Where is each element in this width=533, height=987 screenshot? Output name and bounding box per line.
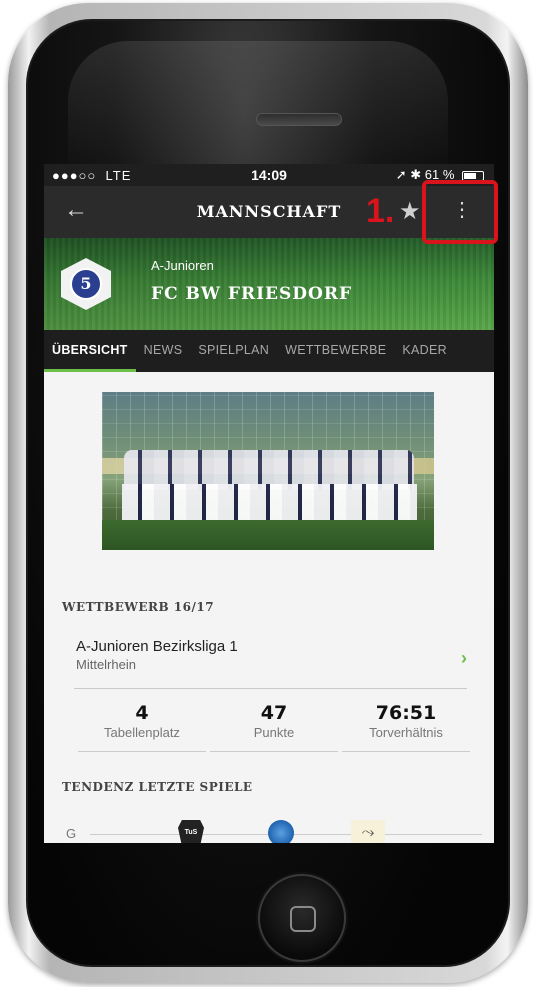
overview-content: WETTBEWERB 16/17 A-Junioren Bezirksliga … xyxy=(44,372,494,843)
stat-label: Tabellenplatz xyxy=(104,725,180,740)
stat-punkte: 47 Punkte xyxy=(210,702,338,752)
club-crest-icon[interactable] xyxy=(268,820,294,843)
home-button[interactable] xyxy=(258,874,346,962)
home-square-icon xyxy=(290,906,316,932)
tab-wettbewerbe[interactable]: WETTBEWERBE xyxy=(277,330,394,372)
trend-result-letter: G xyxy=(66,826,77,841)
trend-row: G TuS ⤳ xyxy=(66,820,486,843)
chevron-right-icon: › xyxy=(461,648,467,668)
competition-section-title: WETTBEWERB 16/17 xyxy=(62,600,215,614)
club-crest-icon[interactable]: TuS xyxy=(178,820,204,843)
battery-fill xyxy=(464,172,477,179)
tab-news[interactable]: NEWS xyxy=(136,330,191,372)
club-crest-text: TuS xyxy=(184,829,198,836)
competition-divider xyxy=(74,688,467,689)
annotation-step-label: 1. xyxy=(366,192,395,230)
photo-players-front xyxy=(122,484,417,520)
star-icon[interactable]: ★ xyxy=(399,197,421,226)
stat-label: Punkte xyxy=(253,725,295,740)
competition-row[interactable]: A-Junioren Bezirksliga 1 Mittelrhein › xyxy=(74,634,469,688)
stat-value: 47 xyxy=(260,702,288,724)
team-photo[interactable] xyxy=(102,392,434,550)
tab-bar: ÜBERSICHT NEWS SPIELPLAN WETTBEWERBE KADER xyxy=(44,330,494,372)
tab-spielplan[interactable]: SPIELPLAN xyxy=(190,330,277,372)
phone-glare xyxy=(68,41,448,171)
tab-kader[interactable]: KADER xyxy=(394,330,455,372)
competition-name: A-Junioren Bezirksliga 1 xyxy=(76,638,238,655)
team-age-group: A-Junioren xyxy=(151,258,214,273)
competition-region: Mittelrhein xyxy=(76,657,136,672)
annotation-highlight-box xyxy=(422,180,498,244)
app-screen: ●●●○○ LTE 14:09 ➚ ✱ 61 % ← MANNSCHAFT ★ … xyxy=(44,164,494,843)
stat-label: Torverhältnis xyxy=(369,725,443,740)
team-header: 5 A-Junioren FC BW FRIESDORF xyxy=(44,238,494,330)
stat-torverhaeltnis: 76:51 Torverhältnis xyxy=(342,702,470,752)
team-logo-emblem: 5 xyxy=(70,268,102,300)
stat-value: 4 xyxy=(135,702,149,724)
team-name: FC BW FRIESDORF xyxy=(151,284,353,304)
earpiece-speaker xyxy=(256,113,342,126)
stat-tabellenplatz: 4 Tabellenplatz xyxy=(78,702,206,752)
tab-uebersicht[interactable]: ÜBERSICHT xyxy=(44,330,136,372)
stat-value: 76:51 xyxy=(375,702,437,724)
trend-section-title: TENDENZ LETZTE SPIELE xyxy=(62,780,253,794)
club-crest-icon[interactable]: ⤳ xyxy=(351,820,385,843)
photo-grass xyxy=(102,520,434,550)
